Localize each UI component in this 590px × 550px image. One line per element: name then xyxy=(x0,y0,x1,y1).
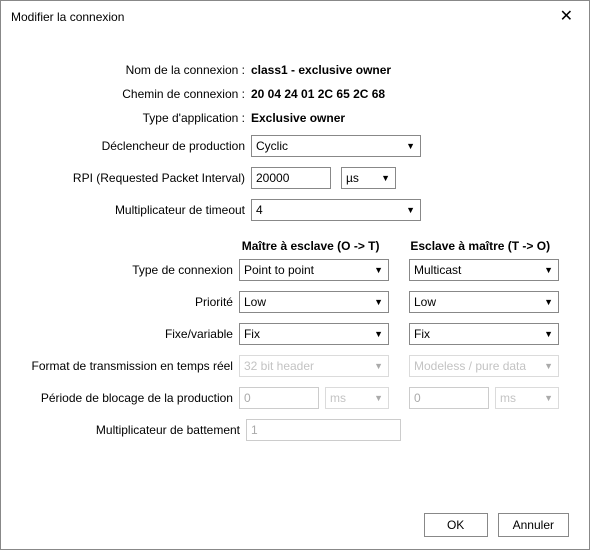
fixvar-s2m-wrap: Fix xyxy=(409,323,559,345)
ok-button[interactable]: OK xyxy=(424,513,488,537)
fixvar-s2m-select[interactable]: Fix xyxy=(409,323,559,345)
label-rt-format: Format de transmission en temps réel xyxy=(21,359,239,373)
rpi-unit-select-wrap: µs xyxy=(341,167,396,189)
block-unit-s2m-select: ms xyxy=(495,387,559,409)
label-conn-name: Nom de la connexion : xyxy=(21,63,251,77)
block-unit-m2s-wrap: ms xyxy=(325,387,389,409)
fixvar-m2s-wrap: Fix xyxy=(239,323,389,345)
rtformat-m2s-wrap: 32 bit header xyxy=(239,355,389,377)
label-block-period: Période de blocage de la production xyxy=(21,391,239,405)
timeout-mult-select[interactable]: 4 xyxy=(251,199,421,221)
block-period-m2s-input xyxy=(239,387,319,409)
conn-type-s2m-select[interactable]: Multicast xyxy=(409,259,559,281)
label-heartbeat-mult: Multiplicateur de battement xyxy=(21,423,246,437)
titlebar: Modifier la connexion ✕ xyxy=(1,1,589,33)
dialog-title: Modifier la connexion xyxy=(11,10,124,24)
prod-trigger-select[interactable]: Cyclic xyxy=(251,135,421,157)
heartbeat-mult-input xyxy=(246,419,401,441)
rpi-input[interactable] xyxy=(251,167,331,189)
label-app-type: Type d'application : xyxy=(21,111,251,125)
block-unit-m2s-select: ms xyxy=(325,387,389,409)
priority-s2m-select[interactable]: Low xyxy=(409,291,559,313)
rpi-unit-select[interactable]: µs xyxy=(341,167,396,189)
header-master-to-slave: Maître à esclave (O -> T) xyxy=(242,239,391,253)
rtformat-s2m-select: Modeless / pure data xyxy=(409,355,559,377)
label-timeout-mult: Multiplicateur de timeout xyxy=(21,203,251,217)
close-icon[interactable]: ✕ xyxy=(554,7,579,27)
priority-m2s-select[interactable]: Low xyxy=(239,291,389,313)
prod-trigger-select-wrap: Cyclic xyxy=(251,135,421,157)
rtformat-m2s-select: 32 bit header xyxy=(239,355,389,377)
cancel-button[interactable]: Annuler xyxy=(498,513,569,537)
label-priority: Priorité xyxy=(21,295,239,309)
conn-type-m2s-wrap: Point to point xyxy=(239,259,389,281)
timeout-mult-select-wrap: 4 xyxy=(251,199,421,221)
label-fix-var: Fixe/variable xyxy=(21,327,239,341)
header-slave-to-master: Esclave à maître (T -> O) xyxy=(410,239,559,253)
priority-s2m-wrap: Low xyxy=(409,291,559,313)
label-rpi: RPI (Requested Packet Interval) xyxy=(21,171,251,185)
conn-type-s2m-wrap: Multicast xyxy=(409,259,559,281)
label-conn-path: Chemin de connexion : xyxy=(21,87,251,101)
block-period-s2m-input xyxy=(409,387,489,409)
edit-connection-dialog: Modifier la connexion ✕ Nom de la connex… xyxy=(0,0,590,550)
label-prod-trigger: Déclencheur de production xyxy=(21,139,251,153)
block-unit-s2m-wrap: ms xyxy=(495,387,559,409)
conn-type-m2s-select[interactable]: Point to point xyxy=(239,259,389,281)
value-conn-name: class1 - exclusive owner xyxy=(251,63,559,77)
value-app-type: Exclusive owner xyxy=(251,111,559,125)
value-conn-path: 20 04 24 01 2C 65 2C 68 xyxy=(251,87,559,101)
fixvar-m2s-select[interactable]: Fix xyxy=(239,323,389,345)
priority-m2s-wrap: Low xyxy=(239,291,389,313)
rtformat-s2m-wrap: Modeless / pure data xyxy=(409,355,559,377)
label-conn-type: Type de connexion xyxy=(21,263,239,277)
